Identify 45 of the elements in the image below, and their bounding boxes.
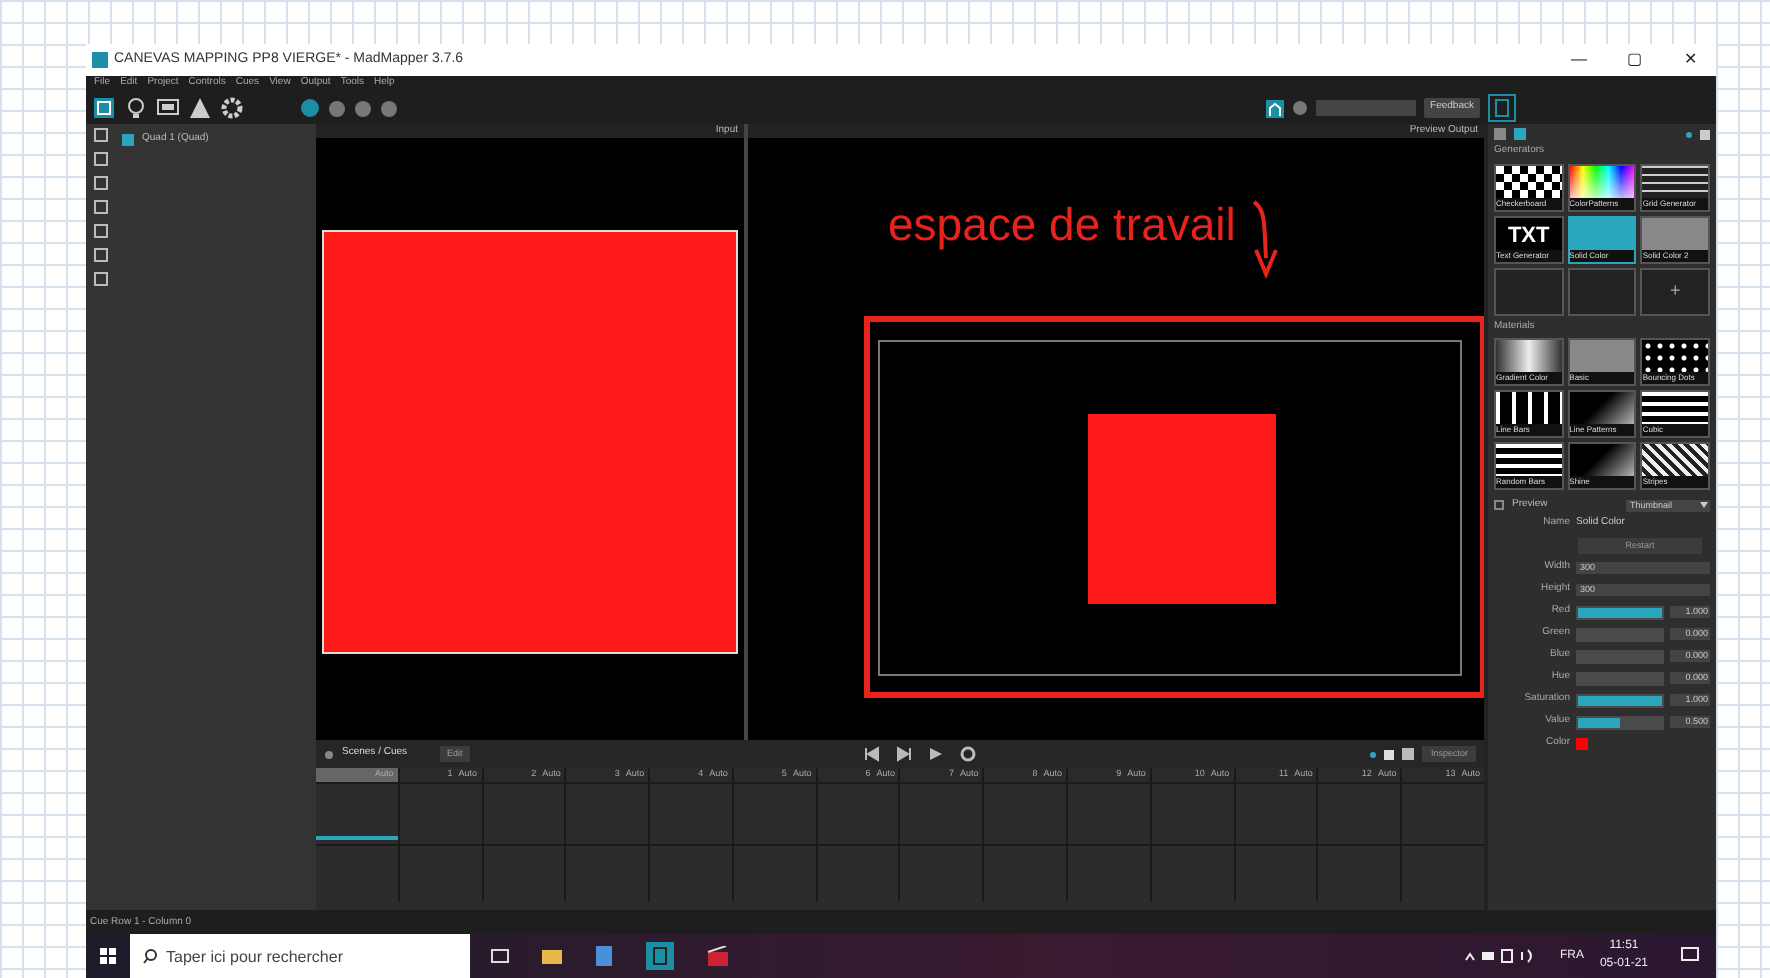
screen-icon[interactable]	[156, 96, 180, 120]
cue-cell[interactable]	[316, 846, 398, 902]
search-field[interactable]: Taper ici pour rechercher	[130, 934, 470, 978]
minimize-button[interactable]: —	[1554, 48, 1604, 72]
settings-icon[interactable]	[220, 96, 244, 120]
slider-track[interactable]	[1576, 649, 1664, 663]
status-dot-icon	[1370, 751, 1377, 757]
visibility-icon[interactable]	[122, 133, 134, 146]
annotation-text: espace de travail	[888, 198, 1236, 250]
slider-track[interactable]	[1576, 715, 1664, 729]
document-icon[interactable]	[1488, 94, 1516, 122]
notification-icon[interactable]	[1680, 946, 1700, 966]
search-icon	[142, 948, 158, 964]
preview-checkbox[interactable]	[1494, 500, 1504, 511]
select-tool-icon[interactable]	[92, 96, 116, 120]
lightbulb-icon[interactable]	[124, 96, 148, 120]
tile-text: TXT	[1505, 225, 1552, 247]
slider-track[interactable]	[1576, 627, 1664, 641]
home-icon[interactable]	[1266, 99, 1285, 117]
play-mode-icon[interactable]	[300, 98, 320, 118]
previous-icon[interactable]	[864, 746, 881, 762]
app-icon[interactable]	[646, 942, 674, 970]
folder-icon[interactable]	[542, 946, 562, 966]
square-icon[interactable]	[1384, 749, 1395, 759]
clapper-icon[interactable]	[706, 946, 730, 966]
cue-cell[interactable]	[316, 784, 398, 844]
caret-icon	[1700, 502, 1708, 509]
maximize-button[interactable]: ▢	[1610, 48, 1660, 72]
play-icon[interactable]	[928, 746, 945, 762]
record-icon[interactable]	[960, 746, 977, 762]
close-button[interactable]: ✕	[1666, 48, 1716, 72]
document-icon[interactable]	[594, 946, 614, 966]
add-button[interactable]: +	[1640, 267, 1710, 315]
app-logo-icon	[92, 52, 108, 68]
shapes-icon[interactable]	[188, 96, 212, 120]
toggle-icon[interactable]	[324, 749, 334, 759]
next-icon[interactable]	[896, 746, 913, 762]
status-dot-icon	[1686, 131, 1692, 137]
cue-cell[interactable]	[399, 784, 482, 844]
grid-icon[interactable]	[1402, 748, 1415, 760]
square-icon[interactable]	[1700, 129, 1710, 139]
slider-track[interactable]	[1576, 671, 1664, 685]
eye-icon[interactable]	[1292, 100, 1309, 116]
task-view-icon[interactable]	[490, 946, 510, 966]
color-swatch[interactable]	[1576, 738, 1588, 750]
